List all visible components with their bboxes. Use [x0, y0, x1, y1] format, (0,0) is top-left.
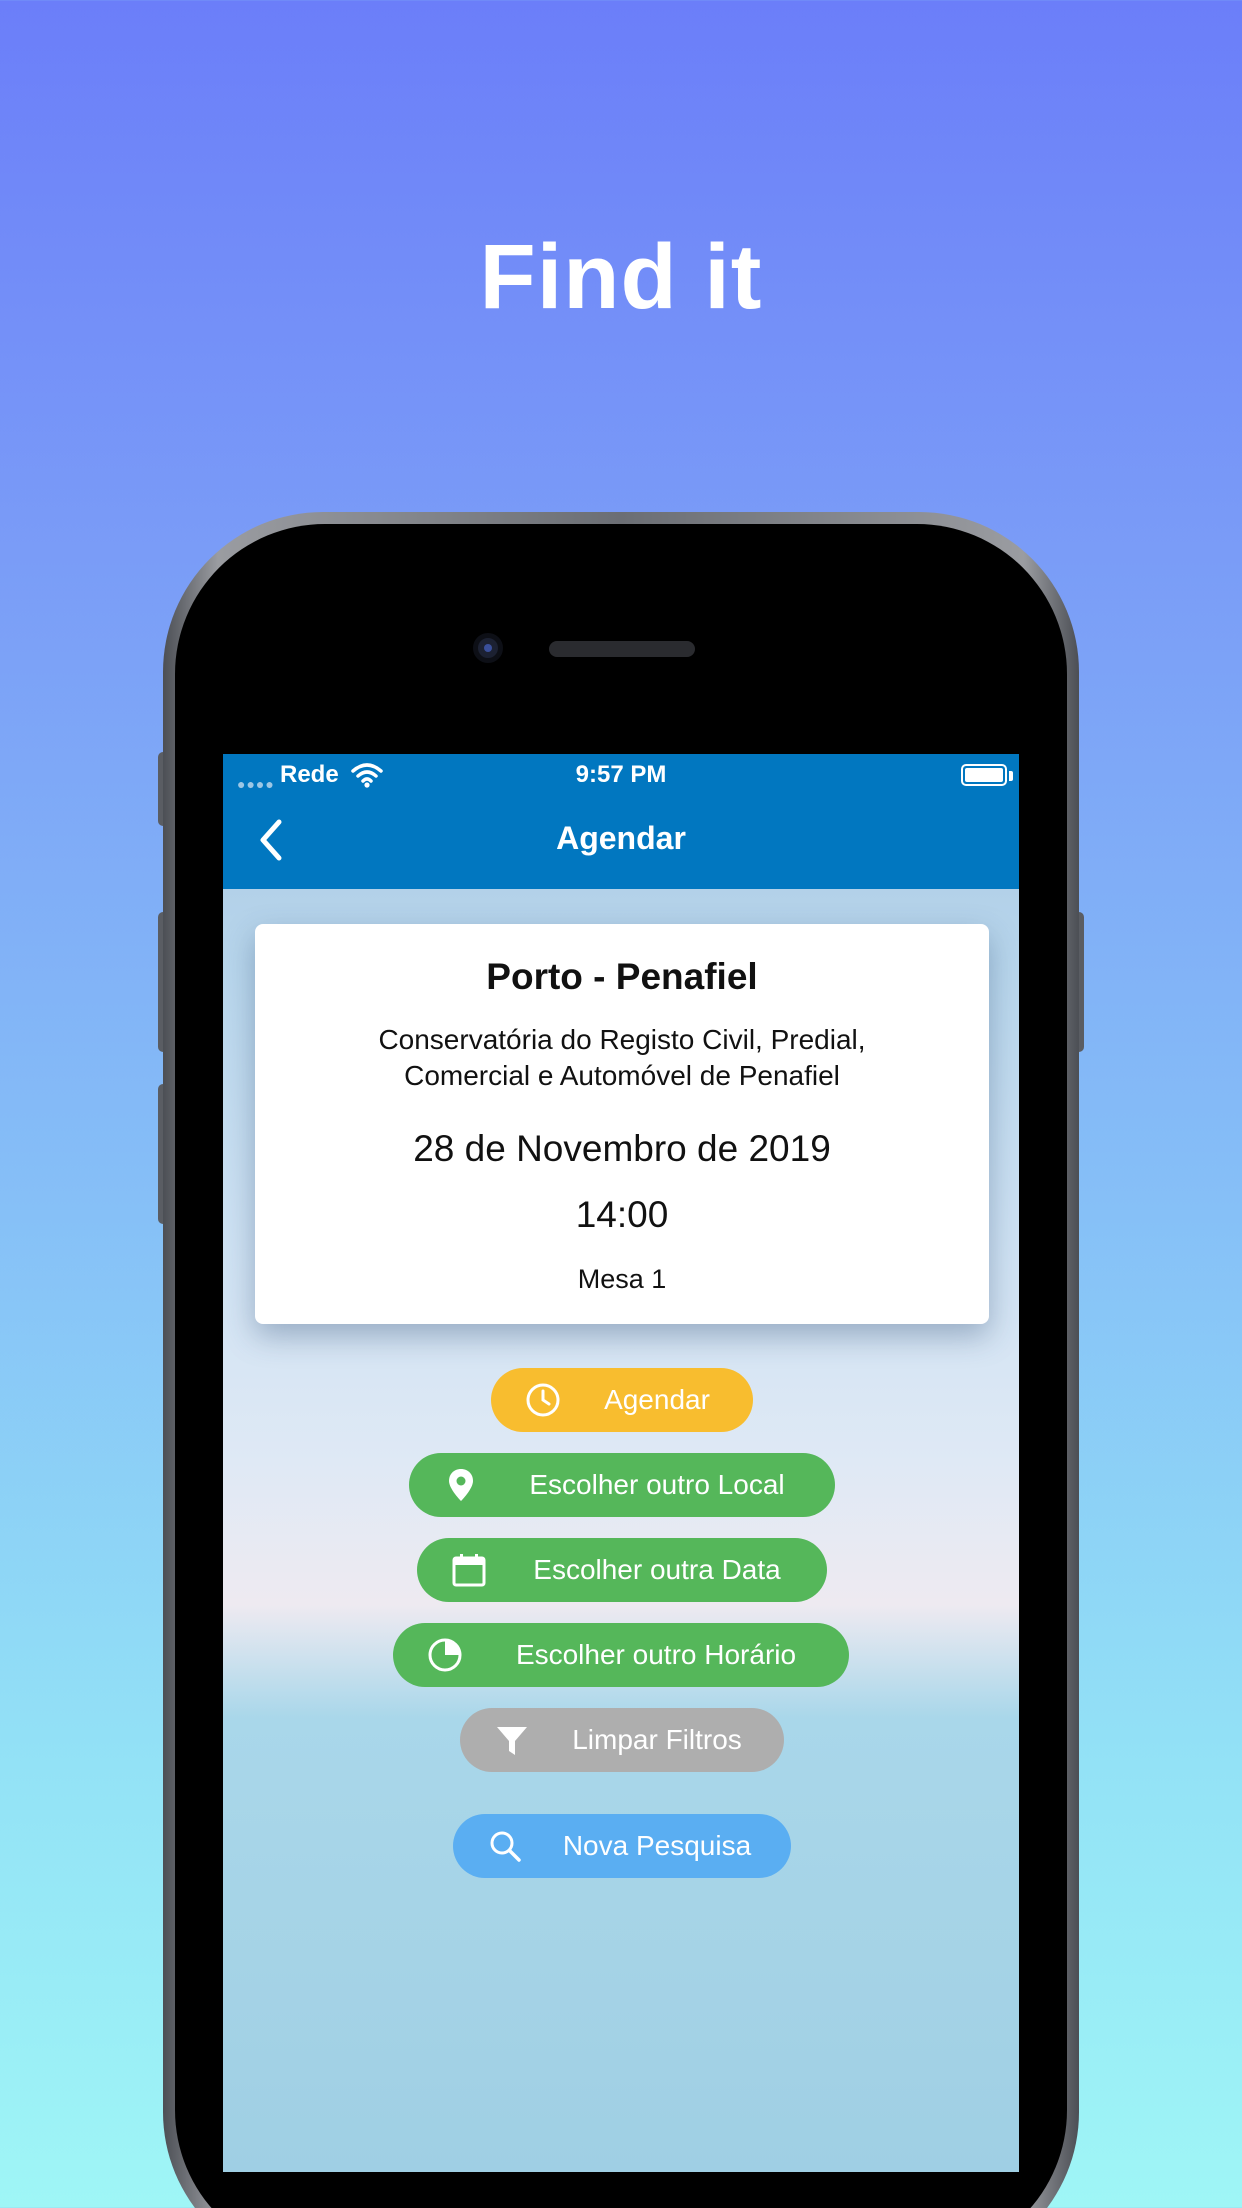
battery-tip	[1009, 771, 1013, 781]
earpiece-speaker	[549, 641, 695, 657]
schedule-button[interactable]: Agendar	[491, 1368, 753, 1432]
new-search-button[interactable]: Nova Pesquisa	[453, 1814, 791, 1878]
status-bar: ●●●● Rede 9:57 PM	[223, 754, 1019, 796]
schedule-button-label: Agendar	[604, 1384, 710, 1415]
appointment-time: 14:00	[575, 1194, 669, 1235]
front-camera	[473, 633, 503, 663]
headline: Find it	[479, 226, 763, 328]
navigation-bar: Agendar	[223, 796, 1019, 889]
phone-screen: ●●●● Rede 9:57 PM Agendar Porto - Penafi…	[223, 754, 1019, 2172]
choose-date-label: Escolher outra Data	[533, 1554, 781, 1585]
clear-filters-label: Limpar Filtros	[572, 1724, 742, 1755]
appointment-date: 28 de Novembro de 2019	[413, 1128, 831, 1169]
battery-icon	[961, 764, 1007, 786]
desk-label: Mesa 1	[577, 1264, 667, 1294]
choose-location-button[interactable]: Escolher outro Local	[409, 1453, 835, 1517]
status-time: 9:57 PM	[575, 761, 667, 788]
choose-time-button[interactable]: Escolher outro Horário	[393, 1623, 849, 1687]
page-title: Agendar	[556, 820, 686, 856]
choose-date-button[interactable]: Escolher outra Data	[417, 1538, 827, 1602]
appointment-card: Porto - Penafiel Conservatória do Regist…	[255, 924, 989, 1324]
location-title: Porto - Penafiel	[486, 956, 758, 997]
choose-time-label: Escolher outro Horário	[515, 1639, 797, 1670]
choose-location-label: Escolher outro Local	[529, 1469, 785, 1500]
clear-filters-button[interactable]: Limpar Filtros	[460, 1708, 784, 1772]
office-description: Conservatória do Registo Civil, Predial,…	[378, 1024, 866, 1091]
new-search-label: Nova Pesquisa	[562, 1830, 752, 1861]
